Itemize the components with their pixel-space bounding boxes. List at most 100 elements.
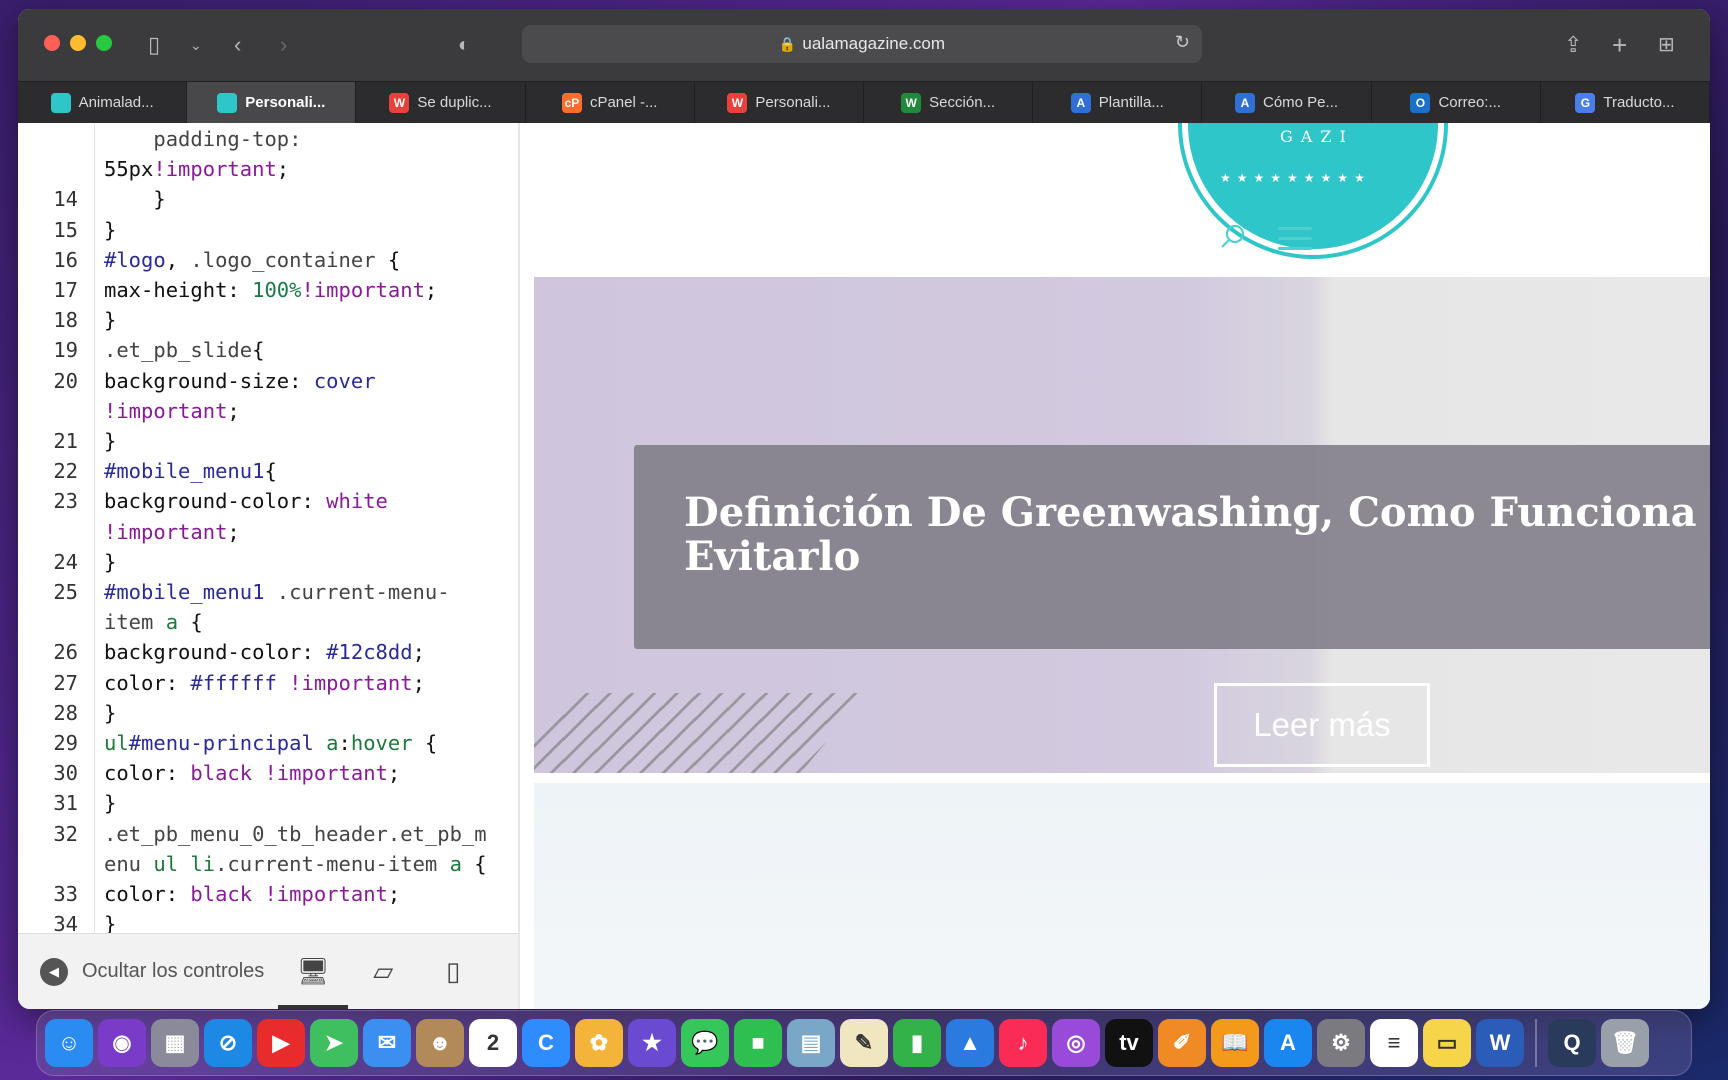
line-number: 32 [53, 821, 78, 846]
maximize-window-button[interactable] [96, 35, 112, 51]
search-icon[interactable] [1220, 223, 1246, 249]
reminders-icon[interactable]: ≡ [1370, 1019, 1418, 1067]
systemprefs-icon[interactable]: ⚙ [1317, 1019, 1365, 1067]
share-icon[interactable]: ⇪ [1564, 31, 1582, 59]
word-icon[interactable]: W [1476, 1019, 1524, 1067]
new-tab-button[interactable]: + [1612, 31, 1627, 59]
browser-tab[interactable]: A Cómo Pe... [1202, 82, 1372, 123]
code-text: background-color: white [104, 489, 388, 514]
numbers-icon[interactable]: ▮ [893, 1019, 941, 1067]
code-text: #mobile_menu1 .current-menu- [104, 580, 450, 605]
reload-icon[interactable]: ↻ [1175, 32, 1190, 53]
facetime-icon[interactable]: ■ [734, 1019, 782, 1067]
code-line: 27 color: #ffffff !important; [18, 668, 518, 698]
code-text: } [104, 187, 166, 212]
code-line: 26 background-color: #12c8dd; [18, 637, 518, 667]
tab-label: Se duplic... [417, 94, 492, 111]
slide-title[interactable]: Definición De Greenwashing, Como Funcion… [634, 445, 1710, 579]
tab-label: Correo:... [1438, 94, 1501, 111]
minimize-window-button[interactable] [70, 35, 86, 51]
code-line: 17 max-height: 100%!important; [18, 275, 518, 305]
code-line: 24} [18, 547, 518, 577]
code-text: .et_pb_slide{ [104, 338, 265, 363]
siri-icon[interactable]: ◉ [98, 1019, 146, 1067]
code-line: enu ul li.current-menu-item a { [18, 849, 518, 879]
code-line: 15} [18, 215, 518, 245]
code-text: padding-top: [104, 127, 302, 151]
finder-icon[interactable]: ☺ [45, 1019, 93, 1067]
sidebar-toggle-icon[interactable]: ▯ [148, 31, 160, 59]
close-window-button[interactable] [44, 35, 60, 51]
code-editor[interactable]: padding-top: 55px!important; 14 } 15} 16 #log… [18, 123, 518, 933]
line-number [18, 607, 90, 637]
contacts-icon[interactable]: ☻ [416, 1019, 464, 1067]
device-preview-switcher: 🖥 ▱ ▯ [278, 934, 488, 1009]
code-line: padding-top: [18, 124, 518, 154]
code-line: 32 .et_pb_menu_0_tb_header.et_pb_m [18, 819, 518, 849]
read-more-button[interactable]: Leer más [1214, 683, 1430, 767]
tablet-preview-button[interactable]: ▱ [348, 934, 418, 1009]
keynote-icon[interactable]: ▲ [946, 1019, 994, 1067]
podcasts-icon[interactable]: ◎ [1052, 1019, 1100, 1067]
line-number: 19 [53, 338, 78, 363]
line-number [18, 396, 90, 426]
browser-tab[interactable]: Animalad... [18, 82, 188, 123]
back-button[interactable]: ‹ [234, 31, 241, 59]
logo-stars: ★★★★★★★★★ [1220, 171, 1371, 185]
code-text: color: black !important; [104, 761, 401, 786]
code-text: #mobile_menu1{ [104, 459, 277, 484]
appletv-icon[interactable]: tv [1105, 1019, 1153, 1067]
quicktime-icon[interactable]: Q [1548, 1019, 1596, 1067]
maps-icon[interactable]: ➤ [310, 1019, 358, 1067]
tab-label: Animalad... [78, 94, 154, 111]
tab-label: cPanel -... [589, 94, 658, 111]
cursive-icon[interactable]: C [522, 1019, 570, 1067]
browser-tab[interactable]: Personali... [187, 82, 357, 123]
textedit-icon[interactable]: ✎ [840, 1019, 888, 1067]
browser-tab[interactable]: cP cPanel -... [526, 82, 695, 123]
dock: ☺ ◉ ▦ ⊘ ▶ ➤ ✉ ☻ 2 C ✿ ★ 💬 ■ ▤ ✎ ▮ ▲ ♪ ◎ tv ✐ 📖 A ⚙ ≡ ▭ W Q 🗑 [36, 1010, 1692, 1076]
chevron-down-icon[interactable]: ⌄ [190, 31, 202, 59]
address-bar[interactable]: 🔒 ualamagazine.com ↻ [522, 25, 1202, 63]
slide-caption: Definición De Greenwashing, Como Funcion… [634, 445, 1710, 649]
tab-label: Plantilla... [1098, 94, 1164, 111]
appstore-icon[interactable]: A [1264, 1019, 1312, 1067]
line-number: 30 [53, 761, 78, 786]
code-text: ul#menu-principal a:hover { [104, 731, 438, 756]
browser-tab[interactable]: W Personali... [695, 82, 865, 123]
safari-icon[interactable]: ⊘ [204, 1019, 252, 1067]
hamburger-menu-icon[interactable] [1278, 227, 1312, 257]
launchpad-icon[interactable]: ▦ [151, 1019, 199, 1067]
favicon-icon [50, 92, 71, 113]
mobile-preview-button[interactable]: ▯ [418, 934, 488, 1009]
browser-tab[interactable]: W Se duplic... [356, 82, 526, 123]
tab-label: Sección... [929, 94, 996, 111]
preview-icon[interactable]: ▤ [787, 1019, 835, 1067]
browser-tab[interactable]: G Traducto... [1541, 82, 1710, 123]
trash-icon[interactable]: 🗑 [1601, 1019, 1649, 1067]
browser-tab[interactable]: A Plantilla... [1033, 82, 1203, 123]
youtube-icon[interactable]: ▶ [257, 1019, 305, 1067]
imovie-icon[interactable]: ★ [628, 1019, 676, 1067]
code-text: background-color: #12c8dd; [104, 640, 425, 665]
browser-tab[interactable]: O Correo:... [1372, 82, 1541, 123]
favicon-icon: cP [561, 92, 582, 113]
favicon-icon: A [1235, 92, 1255, 113]
hide-controls-button[interactable]: ◀ Ocultar los controles [40, 957, 264, 986]
privacy-shield-icon[interactable]: ◐ [458, 31, 470, 59]
music-icon[interactable]: ♪ [999, 1019, 1047, 1067]
photos-icon[interactable]: ✿ [575, 1019, 623, 1067]
code-text: !important; [104, 398, 240, 423]
mail-icon[interactable]: ✉ [363, 1019, 411, 1067]
calendar-icon[interactable]: 2 [469, 1019, 517, 1067]
code-text: 55px!important; [104, 157, 290, 182]
desktop-preview-button[interactable]: 🖥 [278, 934, 349, 1009]
notes-icon[interactable]: ▭ [1423, 1019, 1471, 1067]
books-icon[interactable]: 📖 [1211, 1019, 1259, 1067]
tab-overview-icon[interactable]: ⊞ [1658, 31, 1675, 59]
dock-separator [1535, 1019, 1537, 1067]
browser-tab[interactable]: W Sección... [864, 82, 1034, 123]
forward-button[interactable]: › [280, 31, 287, 59]
pages-icon[interactable]: ✐ [1158, 1019, 1206, 1067]
messages-icon[interactable]: 💬 [681, 1019, 729, 1067]
